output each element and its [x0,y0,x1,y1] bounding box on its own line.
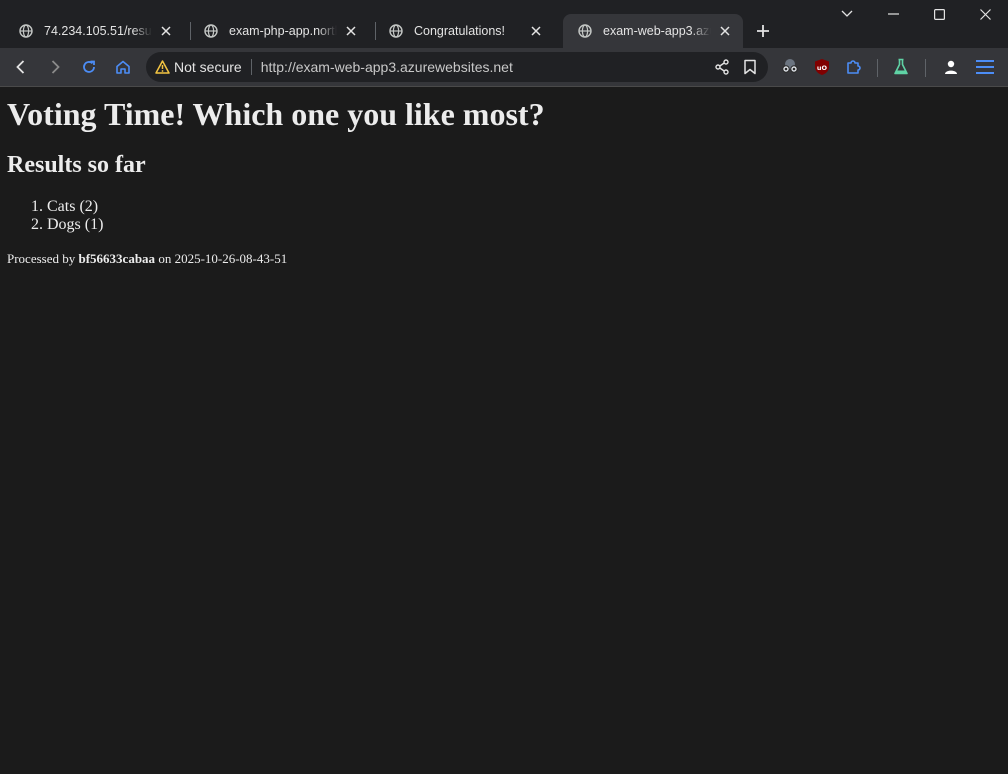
page-title: Voting Time! Which one you like most? [7,96,545,132]
globe-icon [18,23,34,39]
tab-title: exam-web-app3.azurewebsites.net [603,24,711,38]
browser-toolbar: Not secure http://exam-web-app3.azureweb… [0,48,1008,87]
tab-congratulations[interactable]: Congratulations! [374,14,554,48]
footer-middle: on [158,251,172,266]
globe-icon [203,23,219,39]
page-content: Voting Time! Which one you like most? Re… [0,87,1008,774]
forward-button[interactable] [41,53,69,81]
result-item-cats: Cats (2) [47,198,103,216]
close-icon[interactable] [156,21,176,41]
tab-result-php[interactable]: 74.234.105.51/result.php [4,14,184,48]
footer-prefix: Processed by [7,251,76,266]
maximize-icon [933,8,945,20]
minimize-icon [887,13,899,15]
tab-exam-php-app[interactable]: exam-php-app.northeurope [189,14,369,48]
results-list: Cats (2) Dogs (1) [7,198,103,234]
close-icon[interactable] [341,21,361,41]
chevron-down-icon [841,10,853,17]
back-arrow-icon [16,60,25,74]
results-heading: Results so far [7,152,146,178]
toolbar-separator [877,59,878,77]
close-icon[interactable] [526,21,546,41]
url-text[interactable]: http://exam-web-app3.azurewebsites.net [261,59,513,75]
plus-icon [757,25,769,37]
reload-button[interactable] [75,53,103,81]
tab-title: 74.234.105.51/result.php [44,24,152,38]
tab-strip: 74.234.105.51/result.php exam-php-app.no… [0,0,1008,48]
result-item-dogs: Dogs (1) [47,216,103,234]
globe-icon [577,23,593,39]
reload-icon [83,60,95,73]
security-label[interactable]: Not secure [174,59,242,75]
profile-icon[interactable] [937,53,965,81]
tab-title: Congratulations! [414,24,506,38]
globe-icon [388,23,404,39]
menu-icon[interactable] [971,53,999,81]
tab-exam-web-app3[interactable]: exam-web-app3.azurewebsites.net [563,14,743,48]
processing-host: bf56633cabaa [78,251,156,266]
svg-text:uO: uO [817,64,828,72]
close-window-button[interactable] [962,0,1008,28]
bookmark-icon[interactable] [740,57,760,77]
glasses-extension-icon[interactable] [776,53,804,81]
tab-search-button[interactable] [824,0,870,28]
toolbar-separator [925,59,926,77]
home-button[interactable] [109,53,137,81]
minimize-button[interactable] [870,0,916,28]
home-icon [116,60,130,74]
puzzle-extensions-icon[interactable] [840,53,868,81]
omnibox-divider [250,59,252,75]
close-icon [979,8,991,20]
address-bar[interactable]: Not secure http://exam-web-app3.azureweb… [146,52,768,82]
ublock-extension-icon[interactable]: uO [808,53,836,81]
warning-icon[interactable] [154,59,170,75]
processed-by-footer: Processed by bf56633cabaa on 2025-10-26-… [7,251,287,267]
new-tab-button[interactable] [752,20,774,42]
back-button[interactable] [7,53,35,81]
share-icon[interactable] [712,57,732,77]
forward-arrow-icon [51,60,60,74]
tab-title: exam-php-app.northeurope [229,24,337,38]
maximize-button[interactable] [916,0,962,28]
close-icon[interactable] [715,21,735,41]
labs-flask-icon[interactable] [887,53,915,81]
processing-timestamp: 2025-10-26-08-43-51 [174,251,288,266]
